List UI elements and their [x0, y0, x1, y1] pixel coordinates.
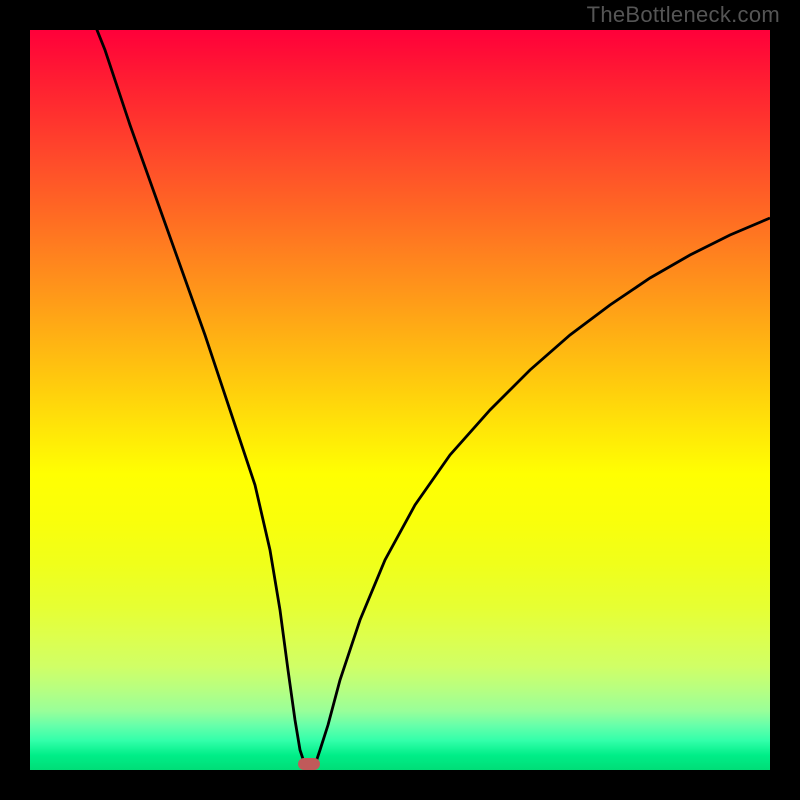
watermark-text: TheBottleneck.com: [587, 2, 780, 28]
bottleneck-curve: [85, 30, 770, 768]
chart-svg: [30, 30, 770, 770]
plot-area: [30, 30, 770, 770]
minimum-marker: [298, 758, 320, 770]
